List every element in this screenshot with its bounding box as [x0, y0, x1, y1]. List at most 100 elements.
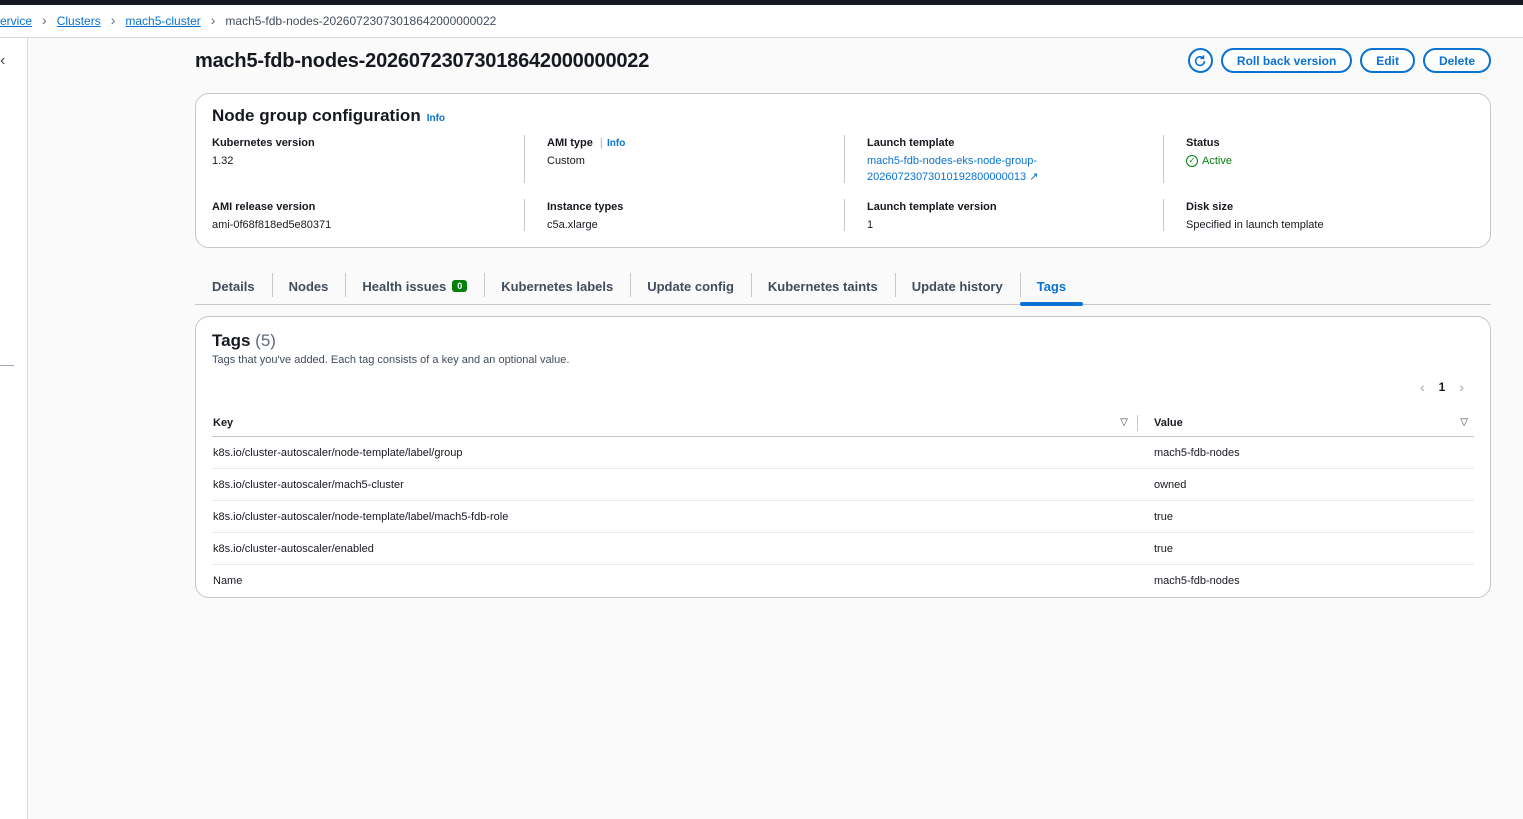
tab-nodes[interactable]: Nodes — [271, 268, 346, 304]
table-header: Key ▽ Value ▽ — [212, 409, 1474, 437]
field-label: Launch template — [867, 137, 955, 149]
launch-template-link-line2[interactable]: 20260723073010192800000013 — [867, 171, 1026, 183]
column-divider — [844, 199, 845, 231]
tag-value: true — [1154, 542, 1173, 555]
tag-key: k8s.io/cluster-autoscaler/node-template/… — [213, 510, 509, 523]
tag-key: k8s.io/cluster-autoscaler/node-template/… — [213, 446, 463, 459]
page-number[interactable]: 1 — [1439, 380, 1446, 394]
field-value: Specified in launch template — [1186, 219, 1324, 231]
chevron-right-icon: › — [110, 12, 116, 28]
refresh-button[interactable] — [1187, 48, 1213, 73]
instance-types-field: Instance types c5a.xlarge — [547, 201, 623, 233]
tag-value: mach5-fdb-nodes — [1154, 574, 1240, 587]
count-badge: 0 — [452, 280, 468, 292]
tag-value: mach5-fdb-nodes — [1154, 446, 1240, 459]
field-label-text: AMI type — [547, 137, 593, 149]
column-label: Key — [213, 416, 234, 429]
config-info-link[interactable]: Info — [427, 113, 445, 124]
field-value: c5a.xlarge — [547, 219, 598, 231]
pagination: ‹ 1 › — [1420, 379, 1464, 395]
field-label: Disk size — [1186, 201, 1234, 213]
field-value: 1 — [867, 219, 874, 231]
tag-key: Name — [213, 574, 243, 587]
delete-button[interactable]: Delete — [1422, 48, 1491, 73]
status-field: Status ✓ Active — [1186, 137, 1232, 169]
check-circle-icon: ✓ — [1186, 155, 1198, 167]
config-title: Node group configuration Info — [212, 106, 445, 126]
refresh-icon — [1195, 54, 1206, 66]
column-header-key[interactable]: Key ▽ — [212, 409, 1138, 436]
column-header-value[interactable]: Value ▽ — [1138, 409, 1474, 436]
table-row: k8s.io/cluster-autoscaler/mach5-cluster … — [212, 469, 1474, 501]
tags-card: Tags (5) Tags that you've added. Each ta… — [195, 316, 1491, 598]
chevron-left-icon[interactable]: ‹ — [1420, 379, 1425, 395]
tab-list: Details Nodes Health issues 0 Kubernetes… — [195, 268, 1491, 306]
roll-back-version-button[interactable]: Roll back version — [1220, 48, 1353, 73]
table-row: Name mach5-fdb-nodes — [212, 565, 1474, 596]
column-divider — [844, 135, 845, 183]
field-label: Instance types — [547, 201, 624, 213]
column-divider — [524, 199, 525, 231]
chevron-right-icon[interactable]: › — [1459, 379, 1464, 395]
column-divider — [1163, 135, 1164, 183]
kubernetes-version-field: Kubernetes version 1.32 — [212, 137, 315, 169]
tag-key: k8s.io/cluster-autoscaler/enabled — [213, 542, 374, 555]
launch-template-link-line1[interactable]: mach5-fdb-nodes-eks-node-group- — [867, 155, 1037, 167]
breadcrumb-current: mach5-fdb-nodes-202607230730186420000000… — [225, 14, 497, 28]
launch-template-version-field: Launch template version 1 — [867, 201, 997, 233]
tab-kubernetes-taints[interactable]: Kubernetes taints — [750, 268, 895, 304]
separator: | — [599, 137, 603, 149]
tab-update-config[interactable]: Update config — [630, 268, 751, 304]
chevron-right-icon: › — [210, 12, 216, 28]
tags-table: Key ▽ Value ▽ k8s.io/cluster-autoscaler/… — [212, 409, 1474, 596]
tag-key: k8s.io/cluster-autoscaler/mach5-cluster — [213, 478, 404, 491]
table-row: k8s.io/cluster-autoscaler/node-template/… — [212, 501, 1474, 533]
table-row: k8s.io/cluster-autoscaler/enabled true — [212, 533, 1474, 565]
edit-button[interactable]: Edit — [1360, 48, 1415, 73]
field-label: Kubernetes version — [212, 137, 315, 149]
tab-details[interactable]: Details — [195, 268, 272, 304]
tag-value: true — [1154, 510, 1173, 523]
launch-template-field: Launch template mach5-fdb-nodes-eks-node… — [867, 137, 1038, 185]
tab-update-history[interactable]: Update history — [894, 268, 1020, 304]
field-value: ami-0f68f818ed5e80371 — [212, 219, 332, 231]
breadcrumb-clusters[interactable]: Clusters — [57, 14, 101, 28]
field-label: Launch template version — [867, 201, 997, 213]
breadcrumb-service[interactable]: ervice — [0, 14, 32, 28]
tags-title: Tags (5) — [212, 331, 276, 351]
status-text: Active — [1202, 155, 1232, 167]
ami-release-version-field: AMI release version ami-0f68f818ed5e8037… — [212, 201, 331, 233]
tags-count: (5) — [255, 331, 276, 350]
chevron-right-icon: › — [42, 12, 47, 28]
ami-type-field: AMI type | Info Custom — [547, 137, 625, 169]
sort-down-icon[interactable]: ▽ — [1460, 417, 1468, 428]
table-row: k8s.io/cluster-autoscaler/node-template/… — [212, 437, 1474, 469]
field-value: 1.32 — [212, 155, 234, 167]
column-divider — [524, 135, 525, 183]
tab-label: Health issues — [362, 278, 447, 294]
tags-description: Tags that you've added. Each tag consist… — [212, 354, 570, 366]
tab-kubernetes-labels[interactable]: Kubernetes labels — [484, 268, 630, 304]
tab-tags[interactable]: Tags — [1019, 268, 1084, 306]
field-label: AMI type | Info — [547, 137, 625, 149]
node-group-configuration-card: Node group configuration Info Kubernetes … — [195, 93, 1491, 248]
divider — [0, 365, 14, 366]
tag-value: owned — [1154, 478, 1187, 491]
field-value: Custom — [547, 155, 585, 167]
header-actions: Roll back version Edit Delete — [1187, 48, 1491, 73]
disk-size-field: Disk size Specified in launch template — [1186, 201, 1324, 233]
field-label: AMI release version — [212, 201, 316, 213]
sort-down-icon[interactable]: ▽ — [1120, 417, 1128, 428]
ami-type-info-link[interactable]: Info — [607, 138, 625, 149]
status-badge: ✓ Active — [1186, 153, 1232, 169]
breadcrumb-cluster[interactable]: mach5-cluster — [125, 14, 200, 28]
column-divider — [1163, 199, 1164, 231]
external-link-icon: ↗ — [1029, 171, 1039, 183]
column-label: Value — [1154, 416, 1183, 429]
config-title-text: Node group configuration — [212, 106, 421, 125]
breadcrumb: ervice › Clusters › mach5-cluster › mach… — [0, 5, 1523, 38]
tab-health-issues[interactable]: Health issues 0 — [345, 268, 484, 304]
chevron-left-icon[interactable]: ‹ — [0, 52, 5, 70]
launch-template-link[interactable]: mach5-fdb-nodes-eks-node-group- 20260723… — [867, 153, 1038, 185]
side-navigation: ‹ — [0, 38, 28, 819]
